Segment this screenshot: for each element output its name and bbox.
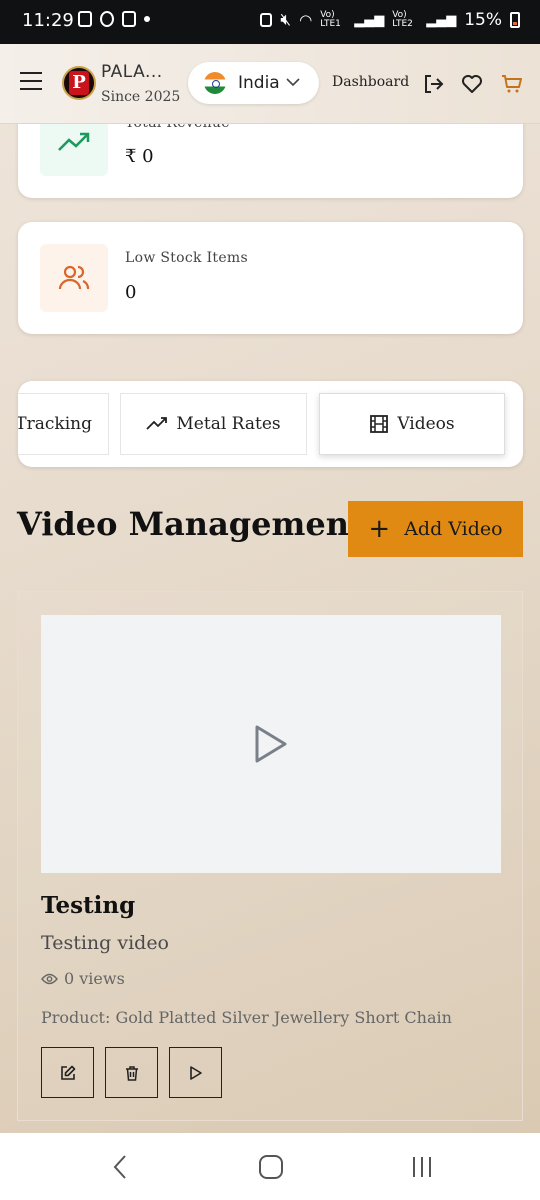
lock-icon [260, 13, 273, 27]
video-card: Testing Testing video 0 views Product: G… [17, 591, 523, 1121]
menu-icon[interactable] [20, 72, 42, 90]
video-description: Testing video [41, 932, 169, 954]
tab-tracking[interactable]: Tracking [18, 393, 109, 455]
tab-metal-rates[interactable]: Metal Rates [120, 393, 307, 455]
video-views: 0 views [41, 969, 125, 988]
status-bar: 11:29 🔇︎ ◠ Vo) LTE1 ▂▄▆ Vo) LTE2 ▂▄▆ 15% [0, 0, 540, 44]
notification-icons [78, 11, 150, 27]
chrome-notification-icon [100, 11, 114, 27]
brand-name[interactable]: PALA... [101, 62, 163, 82]
dashboard-link[interactable]: Dashboard [332, 74, 409, 90]
app-header: P PALA... Since 2025 India Dashboard [0, 44, 540, 124]
page-title: Video Management [17, 505, 364, 543]
trending-up-icon [146, 417, 168, 430]
network-2-label: Vo) LTE2 [392, 10, 413, 29]
signal-2-icon: ▂▄▆ [426, 12, 457, 28]
back-icon[interactable] [106, 1153, 134, 1181]
india-flag-icon [204, 72, 226, 94]
home-icon[interactable] [257, 1153, 285, 1181]
trending-up-icon [58, 132, 90, 151]
battery-percent: 15% [464, 10, 502, 30]
brand-since: Since 2025 [101, 89, 181, 105]
logout-icon[interactable] [422, 72, 446, 96]
logo-letter: P [69, 71, 89, 95]
film-icon [370, 415, 389, 433]
stat-value: 0 [125, 282, 137, 303]
play-video-button[interactable] [169, 1047, 222, 1098]
play-icon [189, 1065, 202, 1080]
video-title: Testing [41, 892, 136, 919]
plus-icon: + [368, 514, 391, 544]
app-notification-icon [122, 11, 136, 27]
stat-icon-box [40, 244, 108, 312]
mute-icon: 🔇︎ [280, 10, 292, 30]
country-selector[interactable]: India [188, 62, 319, 104]
tab-videos[interactable]: Videos [319, 393, 505, 455]
tab-label: Metal Rates [176, 414, 281, 434]
add-video-label: Add Video [404, 518, 503, 540]
cart-icon[interactable] [500, 72, 524, 96]
video-thumbnail[interactable] [41, 615, 501, 873]
wifi-icon: ◠ [299, 11, 313, 29]
stat-label: Low Stock Items [125, 250, 248, 266]
system-nav-bar [0, 1133, 540, 1200]
edit-icon [60, 1065, 75, 1080]
stat-value: ₹ 0 [125, 146, 154, 167]
video-product: Product: Gold Platted Silver Jewellery S… [41, 1008, 452, 1027]
stat-card-low-stock: Low Stock Items 0 [18, 222, 523, 334]
views-count: 0 views [64, 969, 125, 988]
admin-tabs: Tracking Metal Rates Videos [18, 381, 523, 467]
signal-1-icon: ▂▄▆ [354, 12, 385, 28]
trash-icon [125, 1065, 138, 1081]
play-icon [255, 725, 287, 763]
delete-video-button[interactable] [105, 1047, 158, 1098]
heart-icon[interactable] [460, 72, 484, 96]
recents-icon[interactable] [408, 1153, 436, 1181]
brand-logo[interactable]: P [62, 66, 96, 100]
network-1-label: Vo) LTE1 [320, 10, 341, 29]
country-name: India [238, 73, 280, 93]
edit-video-button[interactable] [41, 1047, 94, 1098]
more-notifications-icon [144, 16, 150, 22]
alert-notification-icon [78, 11, 92, 27]
eye-icon [41, 973, 58, 984]
chevron-down-icon [286, 76, 300, 91]
add-video-button[interactable]: + Add Video [348, 501, 523, 557]
users-icon [58, 265, 90, 290]
tab-label: Videos [397, 414, 455, 434]
status-time: 11:29 [22, 10, 74, 31]
battery-icon [510, 12, 520, 28]
system-icons: 🔇︎ ◠ Vo) LTE1 ▂▄▆ Vo) LTE2 ▂▄▆ 15% [260, 10, 520, 30]
tab-label: Tracking [18, 414, 92, 434]
